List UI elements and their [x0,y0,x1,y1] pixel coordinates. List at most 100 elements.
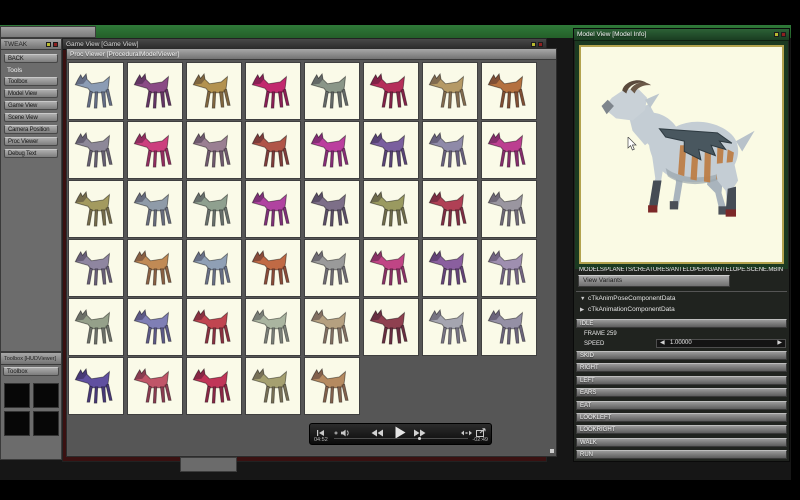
anim-item-walk[interactable]: WALK [576,438,787,447]
sidebar-button-model-view[interactable]: Model View [4,89,58,98]
creature-thumbnail[interactable] [246,63,300,119]
creature-thumbnail[interactable] [482,63,536,119]
toolbox-slot[interactable] [4,383,30,408]
creature-thumbnail[interactable] [69,63,123,119]
tree-item-ctkanimationcomponentdata[interactable]: ▶cTkAnimationComponentData [580,306,675,316]
minimize-icon[interactable] [531,42,536,47]
toolbox-slot[interactable] [33,411,59,436]
chevron-right-icon[interactable]: ▶ [580,307,588,313]
sidebar-button-proc-viewer[interactable]: Proc Viewer [4,137,58,146]
creature-thumbnail[interactable] [482,181,536,237]
proc-viewer-window: Proc Viewer [ProceduralModelViewer] [66,48,557,457]
frame-readout: FRAME 259 [584,331,617,339]
creature-thumbnail[interactable] [482,122,536,178]
creature-thumbnail[interactable] [69,358,123,414]
creature-thumbnail[interactable] [128,240,182,296]
sidebar-button-camera-position[interactable]: Camera Position [4,125,58,134]
tree-item-ctkanimposecomponentdata[interactable]: ▼cTkAnimPoseComponentData [580,295,675,305]
sidebar-button-back[interactable]: BACK [4,54,58,63]
creature-thumbnail[interactable] [246,358,300,414]
creature-thumbnail[interactable] [246,181,300,237]
anim-item-ears[interactable]: EARS [576,388,787,397]
previous-frame-button[interactable] [316,429,325,437]
anim-item-right[interactable]: RIGHT [576,363,787,372]
close-icon[interactable] [781,32,786,37]
creature-thumbnail[interactable] [423,299,477,355]
toolbox-titlebar[interactable]: Toolbox [HUDViewer] [1,353,61,365]
fast-forward-button[interactable] [414,429,426,437]
creature-thumbnail[interactable] [423,122,477,178]
creature-thumbnail[interactable] [305,240,359,296]
creature-thumbnail[interactable] [305,181,359,237]
docked-panel-tab[interactable] [0,26,96,38]
creature-thumbnail[interactable] [187,181,241,237]
creature-thumbnail[interactable] [423,181,477,237]
creature-thumbnail[interactable] [305,122,359,178]
toolbox-header-button[interactable]: Toolbox [3,367,59,376]
toolbox-slot[interactable] [33,383,59,408]
creature-thumbnail[interactable] [187,122,241,178]
creature-thumbnail[interactable] [187,240,241,296]
creature-thumbnail[interactable] [305,63,359,119]
resize-grip[interactable] [550,449,554,453]
creature-thumbnail[interactable] [69,122,123,178]
creature-thumbnail[interactable] [423,240,477,296]
model-3d-viewport[interactable] [579,45,784,264]
game-view-title: Game View [Game View] [66,41,138,48]
anim-item-lookleft[interactable]: LOOKLEFT [576,413,787,422]
creature-thumbnail[interactable] [69,181,123,237]
creature-thumbnail[interactable] [246,299,300,355]
export-icon[interactable] [476,428,487,437]
creature-thumbnail[interactable] [364,122,418,178]
anim-item-left[interactable]: LEFT [576,376,787,385]
close-icon[interactable] [53,42,58,47]
creature-thumbnail[interactable] [364,299,418,355]
creature-thumbnail[interactable] [187,358,241,414]
creature-thumbnail[interactable] [305,358,359,414]
creature-thumbnail[interactable] [187,63,241,119]
minimize-icon[interactable] [774,32,779,37]
view-variants-button[interactable]: View Variants [578,275,730,287]
creature-thumbnail[interactable] [364,240,418,296]
rewind-button[interactable] [371,429,383,437]
proc-viewer-titlebar[interactable]: Proc Viewer [ProceduralModelViewer] [67,49,556,60]
sidebar-button-game-view[interactable]: Game View [4,101,58,110]
anim-item-idle[interactable]: IDLE [576,319,787,328]
creature-thumbnail[interactable] [482,299,536,355]
creature-thumbnail[interactable] [364,181,418,237]
creature-thumbnail[interactable] [423,63,477,119]
sidebar-button-debug-text[interactable]: Debug Text [4,149,58,158]
creature-thumbnail[interactable] [187,299,241,355]
creature-thumbnail[interactable] [246,240,300,296]
increase-arrow-icon[interactable]: ▶ [777,340,782,347]
creature-thumbnail[interactable] [69,299,123,355]
tweak-titlebar[interactable]: TWEAK [1,39,61,50]
resize-arrows-icon[interactable] [461,429,472,437]
sidebar-button-toolbox[interactable]: Toolbox [4,77,58,86]
chevron-down-icon[interactable]: ▼ [580,296,588,302]
creature-thumbnail[interactable] [364,63,418,119]
model-view-titlebar[interactable]: Model View [Model Info] [574,29,789,41]
minimize-icon[interactable] [46,42,51,47]
creature-thumbnail[interactable] [128,181,182,237]
anim-item-eat[interactable]: EAT [576,401,787,410]
creature-thumbnail[interactable] [128,63,182,119]
seek-bar[interactable] [334,438,468,439]
speed-stepper[interactable]: ◀ 1.00000 ▶ [656,339,786,348]
creature-thumbnail[interactable] [69,240,123,296]
creature-thumbnail[interactable] [128,358,182,414]
creature-thumbnail[interactable] [246,122,300,178]
toolbox-slot[interactable] [4,411,30,436]
close-icon[interactable] [538,42,543,47]
volume-icon[interactable] [341,429,351,437]
anim-item-lookright[interactable]: LOOKRIGHT [576,425,787,434]
creature-thumbnail[interactable] [305,299,359,355]
creature-thumbnail[interactable] [128,122,182,178]
creature-thumbnail[interactable] [128,299,182,355]
sidebar-button-scene-view[interactable]: Scene View [4,113,58,122]
seek-handle[interactable] [418,437,421,440]
anim-item-run[interactable]: RUN [576,450,787,459]
anim-item-skid[interactable]: SKID [576,351,787,360]
creature-thumbnail[interactable] [482,240,536,296]
decrease-arrow-icon[interactable]: ◀ [660,340,665,347]
